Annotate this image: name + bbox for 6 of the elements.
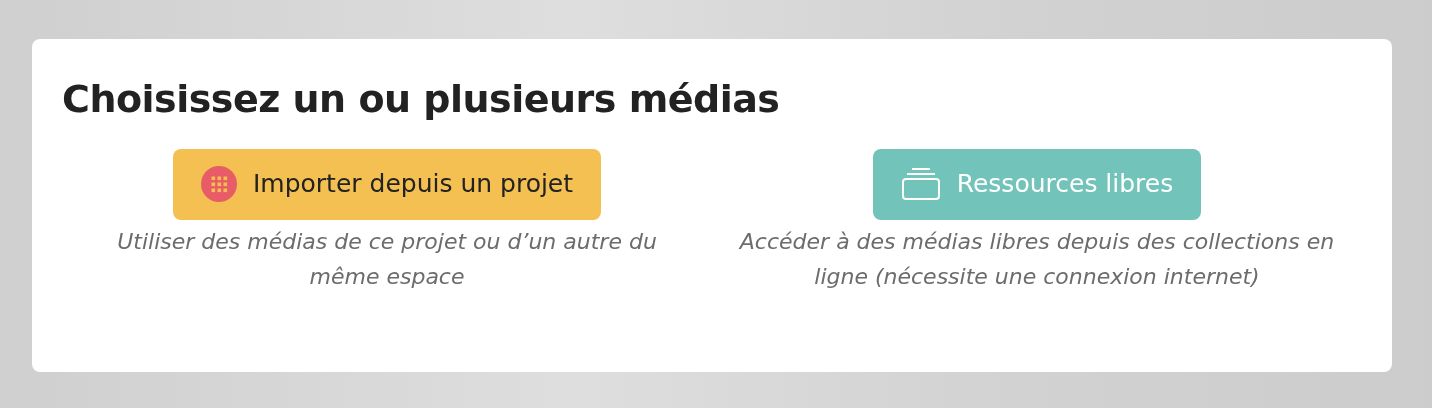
dialog-title: Choisissez un ou plusieurs médias (62, 77, 781, 123)
option-description: Accéder à des médias libres depuis des collections en ligne (nécessite une connexion internet) (738, 227, 1336, 291)
grid-icon (200, 166, 237, 203)
option-description: Utiliser des médias de ce projet ou d’un autre du même espace (116, 227, 658, 291)
stack-icon (900, 167, 941, 202)
option-button[interactable]: Importer depuis un projet (172, 148, 602, 220)
